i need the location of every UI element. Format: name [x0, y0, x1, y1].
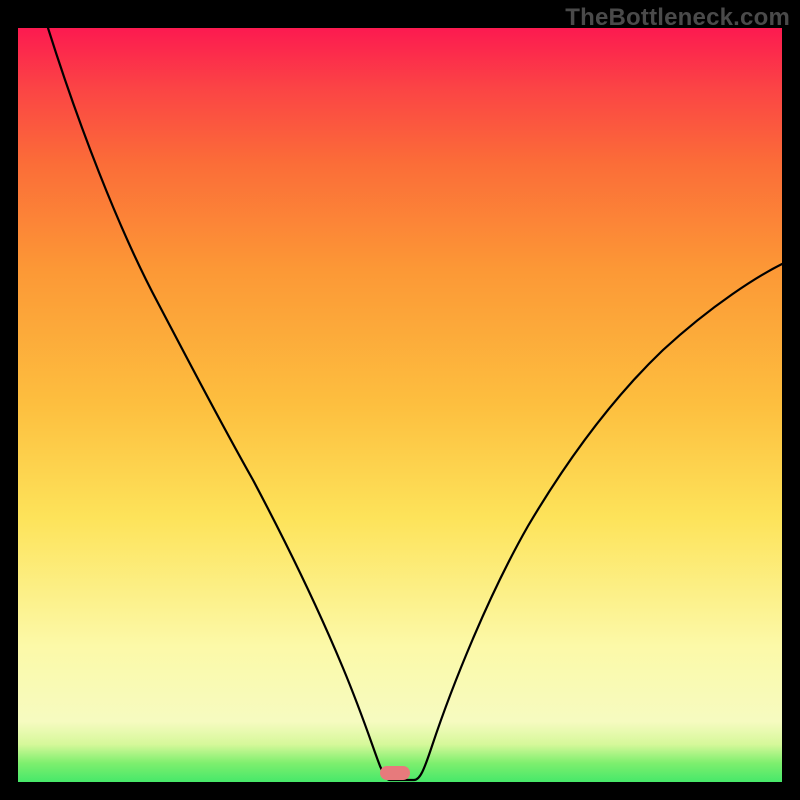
bottleneck-curve-svg: [18, 28, 782, 782]
optimum-marker: [380, 766, 410, 780]
chart-frame: TheBottleneck.com: [0, 0, 800, 800]
watermark-text: TheBottleneck.com: [565, 4, 790, 32]
bottleneck-curve-path: [48, 28, 782, 780]
